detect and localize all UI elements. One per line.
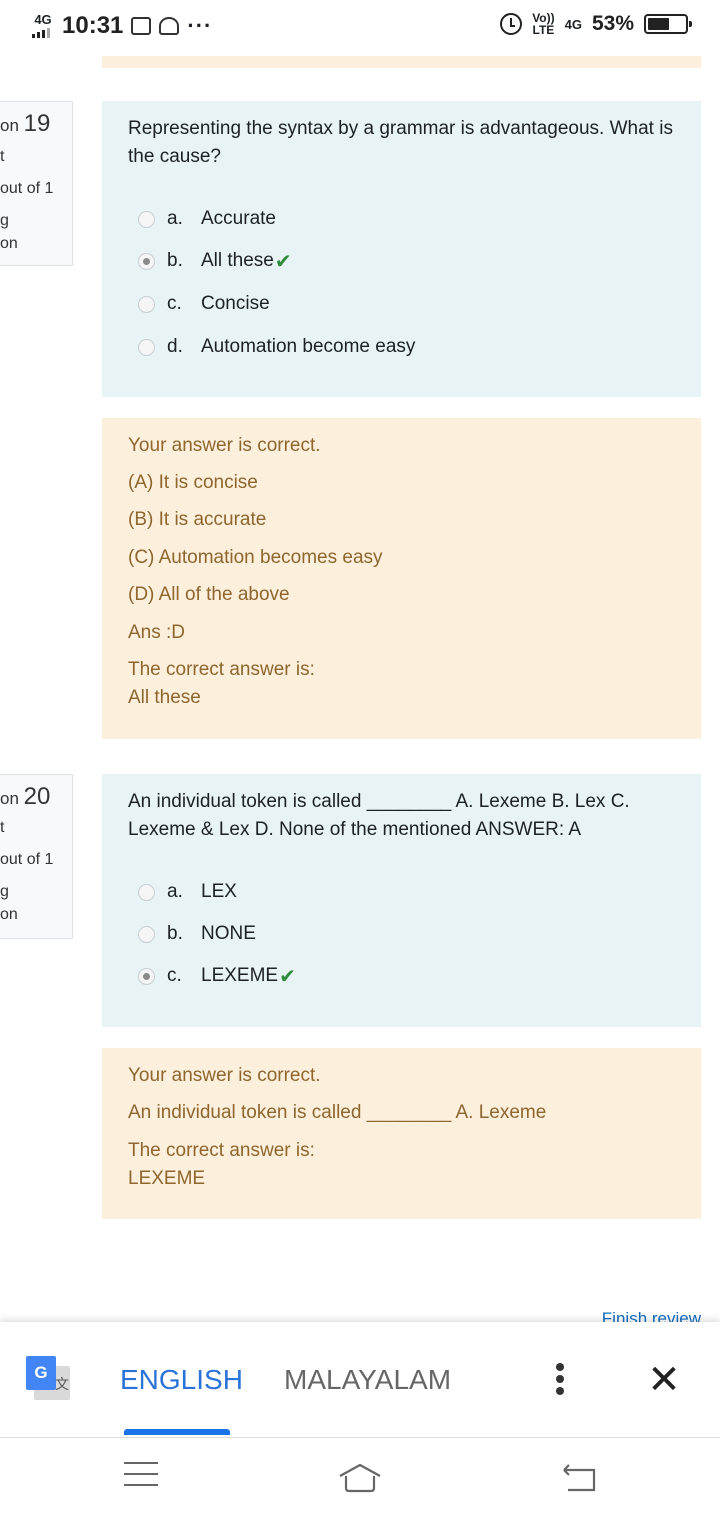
more-vert-icon[interactable] <box>548 1360 572 1400</box>
alarm-icon <box>500 13 523 35</box>
previous-feedback-box <box>102 56 701 68</box>
option-b[interactable]: b. NONE <box>138 919 256 949</box>
question-box-19: Representing the syntax by a grammar is … <box>102 101 701 397</box>
stack-icon <box>159 17 180 35</box>
message-icon <box>131 17 152 35</box>
home-icon[interactable] <box>336 1462 384 1494</box>
question-info-19: on 19 t out of 1 g on <box>0 101 73 266</box>
back-icon[interactable] <box>560 1464 600 1494</box>
option-d[interactable]: d. Automation become easy <box>138 332 415 362</box>
tab-malayalam[interactable]: MALAYALAM <box>284 1364 451 1396</box>
active-tab-indicator <box>124 1429 230 1435</box>
status-bar: 4G 10:31 ··· Vo)) LTE 4G 53% <box>0 0 720 56</box>
volte-icon: Vo)) LTE <box>532 11 555 37</box>
correct-check-icon: ✔ <box>279 965 296 988</box>
option-c[interactable]: c. LEXEME ✔ <box>138 961 296 991</box>
feedback-box-20: Your answer is correct. An individual to… <box>102 1048 701 1219</box>
radio-button[interactable] <box>138 338 155 356</box>
radio-button-selected[interactable] <box>138 252 155 270</box>
more-notifications-icon: ··· <box>187 13 213 38</box>
navigation-bar <box>0 1438 720 1520</box>
translate-bar: G 文 ENGLISH MALAYALAM ✕ <box>0 1322 720 1438</box>
cellular-signal-icon: 4G <box>32 13 54 38</box>
battery-percent: 53% <box>591 12 634 35</box>
radio-button[interactable] <box>138 210 155 228</box>
option-a[interactable]: a. Accurate <box>138 204 276 234</box>
clock: 10:31 <box>62 12 124 39</box>
option-a[interactable]: a. LEX <box>138 877 237 907</box>
radio-button[interactable] <box>138 925 155 943</box>
correct-check-icon: ✔ <box>274 250 292 273</box>
battery-icon <box>644 14 692 34</box>
menu-icon[interactable] <box>124 1462 158 1492</box>
radio-button[interactable] <box>138 883 155 901</box>
google-translate-icon[interactable]: G 文 <box>26 1356 70 1402</box>
feedback-box-19: Your answer is correct. (A) It is concis… <box>102 418 701 739</box>
network-4g-icon: 4G <box>564 16 582 32</box>
question-text: An individual token is called ________ A… <box>128 791 630 840</box>
close-icon[interactable]: ✕ <box>646 1360 682 1400</box>
question-info-20: on 20 t out of 1 g on <box>0 774 73 939</box>
radio-button[interactable] <box>138 295 155 313</box>
question-box-20: An individual token is called ________ A… <box>102 774 701 1027</box>
tab-english[interactable]: ENGLISH <box>120 1364 243 1396</box>
radio-button-selected[interactable] <box>138 967 155 985</box>
option-c[interactable]: c. Concise <box>138 289 270 319</box>
option-b[interactable]: b. All these ✔ <box>138 246 292 276</box>
question-text: Representing the syntax by a grammar is … <box>128 118 673 167</box>
